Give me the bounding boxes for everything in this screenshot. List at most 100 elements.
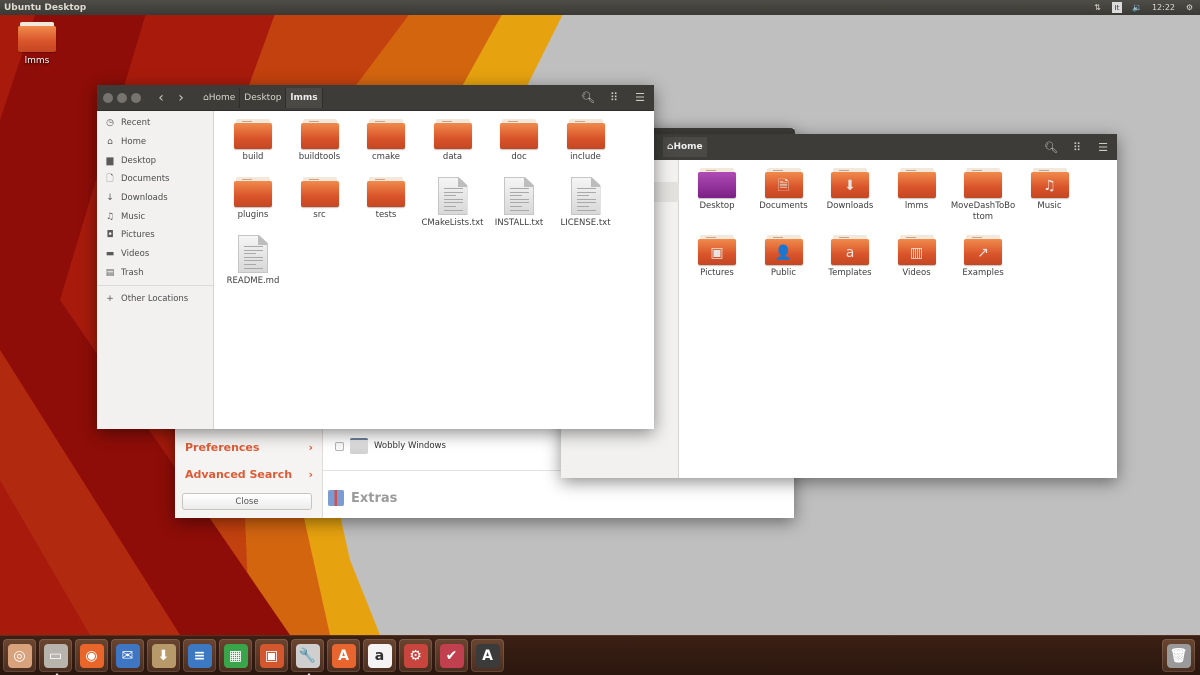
wobbly-windows-checkbox[interactable]: [335, 441, 344, 451]
gear-icon[interactable]: ⚙: [1185, 2, 1194, 13]
launcher-software-updater[interactable]: A: [471, 639, 504, 672]
sidebar-item-home[interactable]: ⌂ Home: [97, 133, 213, 152]
file-item[interactable]: a Templates: [817, 235, 883, 279]
wobbly-windows-option[interactable]: Wobbly Windows: [335, 438, 446, 454]
maximize-window-button[interactable]: [131, 92, 141, 103]
sidebar-item-recent[interactable]: ◷ Recent: [97, 114, 213, 133]
file-name: LICENSE.txt: [560, 218, 611, 228]
file-name: README.md: [226, 276, 280, 286]
sidebar-item-label: Trash: [121, 267, 144, 278]
firefox-icon: ◉: [79, 643, 104, 668]
sidebar-item-downloads[interactable]: ↓ Downloads: [97, 189, 213, 208]
keyboard-layout-icon[interactable]: It: [1111, 2, 1122, 13]
launcher-trash[interactable]: 🗑: [1162, 639, 1195, 672]
gift-icon: [328, 490, 344, 506]
folder-icon: [964, 168, 1002, 198]
launcher-ubuntu-software[interactable]: A: [327, 639, 360, 672]
file-name: include: [570, 152, 601, 162]
file-item[interactable]: ▣ Pictures: [684, 235, 750, 279]
close-window-button[interactable]: [103, 92, 113, 103]
file-item[interactable]: src: [287, 177, 353, 221]
preferences-link[interactable]: Preferences ›: [185, 441, 313, 454]
breadcrumb-home[interactable]: ⌂ Home: [663, 137, 707, 157]
launcher-thunderbird[interactable]: ✉: [111, 639, 144, 672]
launcher-amazon[interactable]: a: [363, 639, 396, 672]
desktop-icon-lmms[interactable]: lmms: [14, 22, 60, 66]
sidebar-item-videos[interactable]: ▬ Videos: [97, 245, 213, 264]
file-item[interactable]: CMakeLists.txt: [420, 177, 486, 229]
file-name: Examples: [962, 268, 1004, 278]
lmms-headerbar: ‹ › ⌂ Home Desktop lmms 🔍︎ ⠿ ☰: [97, 85, 654, 111]
file-item[interactable]: build: [220, 119, 286, 163]
clock[interactable]: 12:22: [1152, 2, 1175, 13]
file-item[interactable]: Desktop: [684, 168, 750, 212]
breadcrumb-home[interactable]: ⌂ Home: [199, 87, 241, 108]
grid-view-icon[interactable]: ⠿: [1067, 137, 1087, 157]
launcher-archive-manager[interactable]: ⬇: [147, 639, 180, 672]
file-item[interactable]: doc: [486, 119, 552, 163]
forward-button[interactable]: ›: [171, 88, 191, 108]
file-item[interactable]: data: [420, 119, 486, 163]
breadcrumb-desktop[interactable]: Desktop: [240, 87, 287, 108]
file-name: src: [313, 210, 326, 220]
launcher-libreoffice-calc[interactable]: ▦: [219, 639, 252, 672]
sidebar-item-trash[interactable]: ▤ Trash: [97, 264, 213, 283]
file-item[interactable]: MoveDashToBottom: [950, 168, 1016, 223]
launcher-ubuntu-dash[interactable]: ◎: [3, 639, 36, 672]
search-icon[interactable]: 🔍︎: [1041, 137, 1061, 157]
sidebar-item-music[interactable]: ♫ Music: [97, 207, 213, 226]
folder-icon: [698, 168, 736, 198]
folder-emblem: [698, 174, 736, 198]
search-icon[interactable]: 🔍︎: [578, 88, 598, 108]
file-item[interactable]: INSTALL.txt: [486, 177, 552, 229]
file-item[interactable]: buildtools: [287, 119, 353, 163]
sidebar-divider: [97, 285, 213, 287]
file-item[interactable]: ♫ Music: [1017, 168, 1083, 212]
sidebar-item-other-locations[interactable]: + Other Locations: [97, 289, 213, 308]
folder-emblem: ♫: [1043, 177, 1056, 194]
file-item[interactable]: include: [553, 119, 619, 163]
sidebar-item-pictures[interactable]: ◘ Pictures: [97, 226, 213, 245]
file-item[interactable]: README.md: [220, 235, 286, 287]
launcher-check-app[interactable]: ✔: [435, 639, 468, 672]
file-item[interactable]: plugins: [220, 177, 286, 221]
launcher-files[interactable]: ▭: [39, 639, 72, 675]
grid-view-icon[interactable]: ⠿: [604, 88, 624, 108]
file-item[interactable]: 🗎 Documents: [751, 168, 817, 212]
extras-section: Extras: [328, 490, 397, 506]
indicator-area: ⇅ It 🔉 12:22 ⚙: [1093, 2, 1200, 13]
volume-icon[interactable]: 🔉: [1132, 2, 1142, 13]
launcher-firefox[interactable]: ◉: [75, 639, 108, 672]
file-item[interactable]: cmake: [353, 119, 419, 163]
launcher-libreoffice-impress[interactable]: ▣: [255, 639, 288, 672]
video-icon: ▬: [105, 249, 115, 260]
launcher-system-settings-tweak[interactable]: 🔧: [291, 639, 324, 675]
file-item[interactable]: ↗ Examples: [950, 235, 1016, 279]
libreoffice-writer-icon: ≡: [187, 643, 212, 668]
file-item[interactable]: lmms: [884, 168, 950, 212]
sidebar-item-desktop[interactable]: ▆ Desktop: [97, 151, 213, 170]
back-button[interactable]: ‹: [151, 88, 171, 108]
file-name: MoveDashToBottom: [950, 201, 1016, 222]
network-updown-icon[interactable]: ⇅: [1093, 2, 1102, 13]
launcher-system-settings[interactable]: ⚙: [399, 639, 432, 672]
file-item[interactable]: LICENSE.txt: [553, 177, 619, 229]
file-item[interactable]: tests: [353, 177, 419, 221]
breadcrumb-label: Home: [208, 92, 236, 103]
hamburger-menu-icon[interactable]: ☰: [630, 88, 650, 108]
trash-icon: 🗑: [1166, 643, 1191, 668]
file-item[interactable]: ⬇ Downloads: [817, 168, 883, 212]
plus-icon: +: [106, 293, 114, 304]
file-item[interactable]: 👤 Public: [751, 235, 817, 279]
sidebar-item-documents[interactable]: 🗋 Documents: [97, 170, 213, 189]
advanced-search-link[interactable]: Advanced Search ›: [185, 468, 313, 481]
hamburger-menu-icon[interactable]: ☰: [1093, 137, 1113, 157]
launcher-libreoffice-writer[interactable]: ≡: [183, 639, 216, 672]
folder-icon: ▣: [698, 235, 736, 265]
file-item[interactable]: ▥ Videos: [884, 235, 950, 279]
file-name: plugins: [237, 210, 269, 220]
breadcrumb-lmms[interactable]: lmms: [286, 87, 323, 108]
minimize-window-button[interactable]: [117, 92, 127, 103]
close-button[interactable]: Close: [182, 493, 312, 510]
folder-icon: [566, 119, 605, 149]
